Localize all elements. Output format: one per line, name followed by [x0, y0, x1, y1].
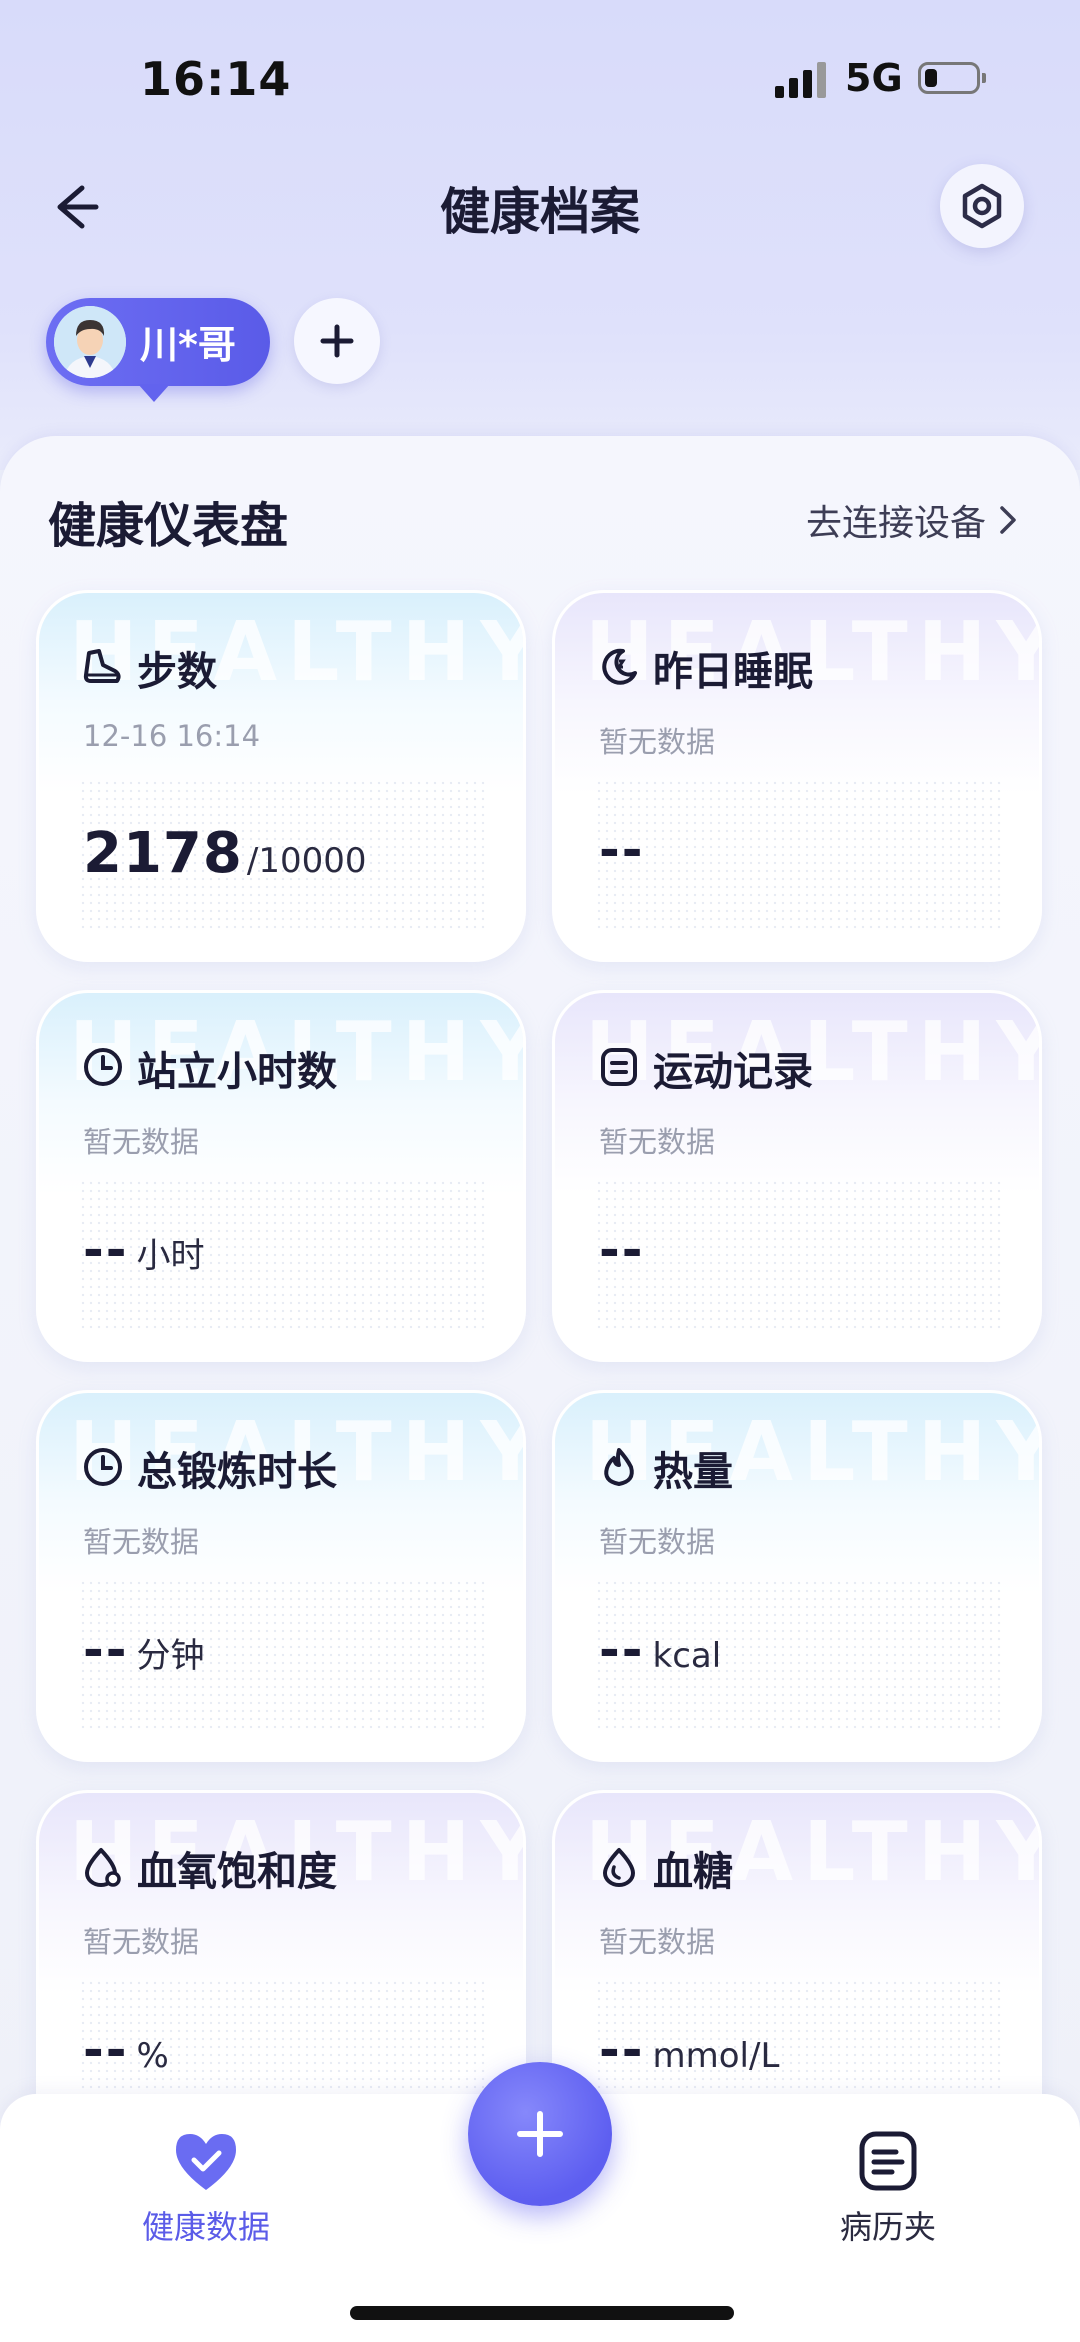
card-title: 昨日睡眠: [653, 649, 813, 695]
card-subtitle: 暂无数据: [83, 1525, 200, 1559]
card-title: 步数: [137, 649, 217, 695]
standing-unit: 小时: [136, 1236, 205, 1276]
profile-name: 川*哥: [140, 323, 236, 367]
card-exercise-time[interactable]: HEALTHY 总锻炼时长 暂无数据 -- 分钟: [36, 1390, 526, 1762]
nav-label-health-data: 健康数据: [141, 2208, 270, 2246]
page-title: 健康档案: [440, 183, 640, 241]
card-value: -- mmol/L: [599, 2021, 779, 2079]
card-title: 血糖: [653, 1849, 733, 1895]
clock-icon: [84, 1448, 122, 1486]
connect-device-link[interactable]: 去连接设备: [806, 494, 1022, 546]
card-title: 总锻炼时长: [137, 1449, 337, 1495]
plus-icon: [517, 2111, 563, 2157]
card-title: 血氧饱和度: [137, 1849, 337, 1895]
card-title: 热量: [653, 1449, 733, 1495]
dashboard-title: 健康仪表盘: [48, 498, 289, 554]
card-subtitle: 12-16 16:14: [83, 719, 261, 753]
settings-button[interactable]: [940, 164, 1024, 248]
glucose-unit: mmol/L: [652, 2036, 780, 2076]
card-value: -- 小时: [83, 1221, 205, 1279]
card-title: 站立小时数: [137, 1049, 337, 1095]
add-profile-button[interactable]: [294, 298, 380, 384]
signal-icon: [775, 60, 827, 98]
oxygen-unit: %: [136, 2036, 169, 2076]
shoe-icon: [83, 649, 121, 683]
folder-doc-icon: [859, 2131, 917, 2191]
nav-item-health-data[interactable]: 健康数据: [106, 2128, 306, 2248]
plus-icon: [320, 324, 354, 358]
card-subtitle: 暂无数据: [599, 725, 716, 759]
card-title: 运动记录: [653, 1049, 813, 1095]
card-workout-records[interactable]: HEALTHY 运动记录 暂无数据 --: [552, 990, 1042, 1362]
card-dot-pattern: [595, 1179, 1005, 1329]
card-subtitle: 暂无数据: [83, 1925, 200, 1959]
battery-icon: [918, 62, 986, 94]
card-value: 2178 /10000: [83, 821, 366, 886]
card-calories[interactable]: HEALTHY 热量 暂无数据 -- kcal: [552, 1390, 1042, 1762]
card-dot-pattern: [595, 779, 1005, 929]
card-value: --: [599, 1221, 645, 1279]
card-steps[interactable]: HEALTHY 步数 12-16 16:14 2178 /10000: [36, 590, 526, 962]
connect-device-label: 去连接设备: [806, 503, 987, 544]
settings-icon: [962, 183, 1002, 229]
card-subtitle: 暂无数据: [599, 1525, 716, 1559]
calories-unit: kcal: [652, 1636, 722, 1676]
exercise-value: --: [83, 1621, 129, 1679]
workout-value: --: [599, 1221, 645, 1279]
glucose-drop-icon: [603, 1848, 635, 1887]
clock-icon: [84, 1048, 122, 1086]
nav-item-medical-records[interactable]: 病历夹: [788, 2128, 988, 2248]
calories-value: --: [599, 1621, 645, 1679]
oxygen-value: --: [83, 2021, 129, 2079]
home-indicator: [350, 2306, 734, 2320]
card-value: --: [599, 821, 645, 879]
card-value: -- kcal: [599, 1621, 721, 1679]
network-label: 5G: [845, 56, 903, 100]
steps-value: 2178: [83, 821, 243, 886]
nav-label-medical-records: 病历夹: [839, 2208, 936, 2246]
chevron-right-icon: [1000, 506, 1016, 534]
card-value: -- %: [83, 2021, 169, 2079]
moon-icon: [602, 648, 637, 685]
card-subtitle: 暂无数据: [599, 1125, 716, 1159]
exercise-unit: 分钟: [136, 1636, 205, 1676]
note-icon: [601, 1048, 637, 1086]
status-bar: 16:14 5G: [0, 0, 1080, 140]
add-record-button[interactable]: [468, 2062, 612, 2206]
health-profile-screen: 16:14 5G 健康档案 川*哥 健康仪表盘 去连接设备 HEALTHY 步数…: [0, 0, 1080, 2342]
drop-icon: [85, 1848, 121, 1887]
avatar-image: [54, 306, 126, 378]
heart-check-icon: [176, 2134, 236, 2190]
flame-icon: [604, 1448, 634, 1486]
card-standing-hours[interactable]: HEALTHY 站立小时数 暂无数据 -- 小时: [36, 990, 526, 1362]
avatar: [54, 306, 126, 378]
glucose-value: --: [599, 2021, 645, 2079]
card-sleep[interactable]: HEALTHY 昨日睡眠 暂无数据 --: [552, 590, 1042, 962]
card-subtitle: 暂无数据: [83, 1125, 200, 1159]
sleep-value: --: [599, 821, 645, 879]
profile-chip[interactable]: 川*哥: [46, 298, 270, 402]
card-value: -- 分钟: [83, 1621, 205, 1679]
steps-goal: /10000: [246, 841, 367, 881]
status-time: 16:14: [140, 52, 292, 106]
standing-value: --: [83, 1221, 129, 1279]
card-subtitle: 暂无数据: [599, 1925, 716, 1959]
